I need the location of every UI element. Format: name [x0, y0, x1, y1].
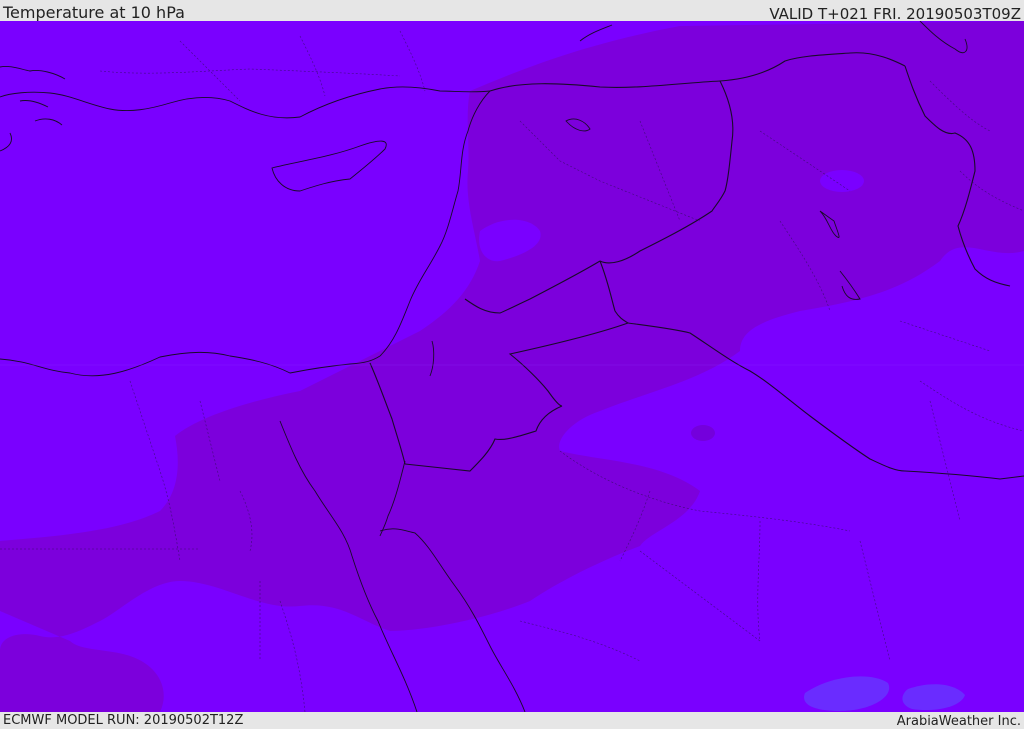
temperature-pocket-caspian: [820, 170, 864, 192]
model-run-label: ECMWF MODEL RUN: 20190502T12Z: [3, 713, 244, 728]
credit-label: ArabiaWeather Inc.: [896, 714, 1021, 729]
footer-bar: ECMWF MODEL RUN: 20190502T12Z ArabiaWeat…: [0, 712, 1024, 729]
weather-map[interactable]: [0, 21, 1024, 712]
map-frame: Temperature at 10 hPa VALID T+021 FRI. 2…: [0, 0, 1024, 729]
header-bar: Temperature at 10 hPa VALID T+021 FRI. 2…: [0, 0, 1024, 23]
temperature-pocket-arabia: [691, 425, 715, 441]
map-canvas: [0, 21, 1024, 712]
map-title: Temperature at 10 hPa: [3, 3, 185, 22]
